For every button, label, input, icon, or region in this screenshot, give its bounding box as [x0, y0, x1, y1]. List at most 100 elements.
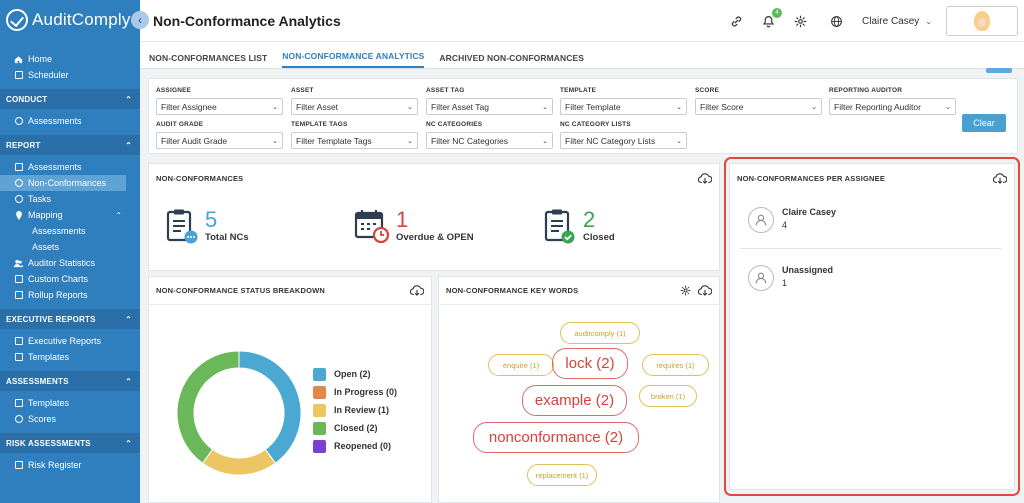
chevron-up-icon[interactable]: ⌃: [125, 315, 132, 324]
stat-total-label: Total NCs: [205, 232, 249, 243]
clear-filters-button[interactable]: Clear: [962, 114, 1006, 132]
filter-label: ASSIGNEE: [156, 87, 192, 94]
panel-title: NON-CONFORMANCE STATUS BREAKDOWN: [156, 286, 326, 295]
assignee-row[interactable]: Claire Casey 4: [748, 207, 836, 233]
gear-icon[interactable]: [792, 13, 808, 29]
sidebar-item-assessments[interactable]: Assessments: [0, 113, 140, 129]
tab-non-conformances-list[interactable]: NON-CONFORMANCES LIST: [149, 53, 267, 68]
sidebar-item-label: Risk Register: [28, 460, 82, 470]
tab-archived-non-conformances[interactable]: ARCHIVED NON-CONFORMANCES: [439, 53, 584, 68]
scroll-indicator[interactable]: [986, 68, 1012, 73]
sidebar-section-risk-assessments[interactable]: RISK ASSESSMENTS ⌃: [0, 433, 140, 453]
list-icon: [14, 461, 23, 470]
chevron-up-icon[interactable]: ⌃: [125, 377, 132, 386]
filter-select[interactable]: Filter NC Category Lists ⌄: [560, 132, 687, 149]
sidebar-item-label: Assessments: [28, 116, 82, 126]
chevron-down-icon: ⌄: [811, 103, 817, 111]
cloud-download-icon[interactable]: [698, 285, 712, 296]
sidebar-section-assessments[interactable]: ASSESSMENTS ⌃: [0, 371, 140, 391]
filter-placeholder: Filter Template: [565, 101, 621, 112]
sidebar-item-mapping[interactable]: Mapping ⌃: [0, 207, 140, 223]
sidebar-item-scheduler[interactable]: Scheduler: [0, 67, 140, 83]
sidebar-section-conduct[interactable]: CONDUCT ⌃: [0, 89, 140, 109]
stat-total: 5 Total NCs: [165, 208, 249, 244]
sidebar-item-templates[interactable]: Templates: [0, 395, 140, 411]
sidebar-item-tasks[interactable]: Tasks: [0, 191, 140, 207]
sidebar-item-executive-reports[interactable]: Executive Reports: [0, 333, 140, 349]
sidebar-item-non-conformances[interactable]: Non-Conformances: [0, 175, 126, 191]
sidebar-section-executive-reports[interactable]: EXECUTIVE REPORTS ⌃: [0, 309, 140, 329]
filter-select[interactable]: Filter Template ⌄: [560, 98, 687, 115]
filter-label: ASSET TAG: [426, 87, 465, 94]
assignee-row[interactable]: Unassigned 1: [748, 265, 833, 291]
filter-placeholder: Filter Template Tags: [296, 135, 372, 146]
status-donut-chart: [176, 350, 302, 476]
cloud-download-icon[interactable]: [698, 172, 712, 184]
sidebar-item-auditor-statistics[interactable]: Auditor Statistics: [0, 255, 140, 271]
keyword-tag[interactable]: lock (2): [552, 348, 628, 379]
keyword-tag[interactable]: requires (1): [642, 354, 709, 376]
filter-select[interactable]: Filter Template Tags ⌄: [291, 132, 418, 149]
sidebar-item-rollup-reports[interactable]: Rollup Reports: [0, 287, 140, 303]
donut-slice-in-review[interactable]: [201, 448, 277, 476]
legend-label: In Review (1): [334, 405, 390, 415]
stat-closed-label: Closed: [583, 232, 615, 243]
keyword-tag[interactable]: nonconformance (2): [473, 422, 639, 453]
brand[interactable]: AuditComply: [0, 0, 140, 40]
cloud-download-icon[interactable]: [993, 172, 1007, 184]
sidebar-item-templates[interactable]: Templates: [0, 349, 140, 365]
keyword-tag[interactable]: enquire (1): [488, 354, 554, 376]
keyword-tag[interactable]: replacement (1): [527, 464, 597, 486]
legend-item-in-review[interactable]: In Review (1): [313, 401, 397, 419]
filter-select[interactable]: Filter Assignee ⌄: [156, 98, 283, 115]
user-menu[interactable]: Claire Casey: [862, 16, 919, 27]
filter-select[interactable]: Filter NC Categories ⌄: [426, 132, 553, 149]
chevron-down-icon: ⌄: [542, 137, 548, 145]
legend-item-closed[interactable]: Closed (2): [313, 419, 397, 437]
legend-item-in-progress[interactable]: In Progress (0): [313, 383, 397, 401]
link-icon[interactable]: [728, 13, 744, 29]
keyword-tag[interactable]: example (2): [522, 385, 627, 416]
chevron-up-icon[interactable]: ⌃: [125, 95, 132, 104]
chevron-up-icon[interactable]: ⌃: [125, 439, 132, 448]
legend-swatch: [313, 421, 326, 435]
tab-non-conformance-analytics[interactable]: NON-CONFORMANCE ANALYTICS: [282, 51, 425, 68]
filter-select[interactable]: Filter Audit Grade ⌄: [156, 132, 283, 149]
sidebar-item-risk-register[interactable]: Risk Register: [0, 457, 140, 473]
globe-icon[interactable]: [828, 13, 844, 29]
legend-item-open[interactable]: Open (2): [313, 365, 397, 383]
gear-icon[interactable]: [678, 285, 692, 296]
chevron-up-icon[interactable]: ⌃: [115, 211, 122, 220]
sidebar-item-assessments[interactable]: Assessments: [0, 223, 140, 239]
list-icon: [14, 337, 23, 346]
sidebar-section-report[interactable]: REPORT ⌃: [0, 135, 140, 155]
legend-item-reopened[interactable]: Reopened (0): [313, 437, 397, 455]
sidebar-item-label: Assessments: [32, 226, 86, 236]
donut-slice-open[interactable]: [238, 350, 302, 464]
cloud-download-icon[interactable]: [410, 285, 424, 296]
filter-label: TEMPLATE: [560, 87, 597, 94]
keyword-tag[interactable]: auditcomply (1): [560, 322, 640, 344]
chevron-up-icon[interactable]: ⌃: [125, 141, 132, 150]
sidebar-item-label: Executive Reports: [28, 336, 102, 346]
filter-select[interactable]: Filter Asset ⌄: [291, 98, 418, 115]
bell-icon[interactable]: 4: [760, 8, 783, 29]
sidebar-item-home[interactable]: Home: [0, 51, 140, 67]
chevron-down-icon[interactable]: ⌄: [925, 17, 932, 26]
clock-icon: [14, 117, 23, 126]
filter-select[interactable]: Filter Reporting Auditor ⌄: [829, 98, 956, 115]
filter-select[interactable]: Filter Score ⌄: [695, 98, 822, 115]
filter-reporting-auditor: REPORTING AUDITOR Filter Reporting Audito…: [829, 87, 956, 115]
collapse-sidebar-button[interactable]: ‹: [131, 11, 149, 29]
stat-overdue: 1 Overdue & OPEN: [354, 208, 474, 244]
avatar[interactable]: [946, 6, 1018, 36]
filter-audit-grade: AUDIT GRADE Filter Audit Grade ⌄: [156, 121, 283, 149]
sidebar-item-scores[interactable]: Scores: [0, 411, 140, 427]
sidebar-item-custom-charts[interactable]: Custom Charts: [0, 271, 140, 287]
keyword-tag[interactable]: broken (1): [639, 385, 697, 407]
sidebar-item-assessments[interactable]: Assessments: [0, 159, 140, 175]
sidebar-item-assets[interactable]: Assets: [0, 239, 140, 255]
filter-select[interactable]: Filter Asset Tag ⌄: [426, 98, 553, 115]
donut-slice-closed[interactable]: [176, 350, 240, 464]
tab-bar: NON-CONFORMANCES LIST NON-CONFORMANCE ANA…: [140, 42, 1024, 69]
